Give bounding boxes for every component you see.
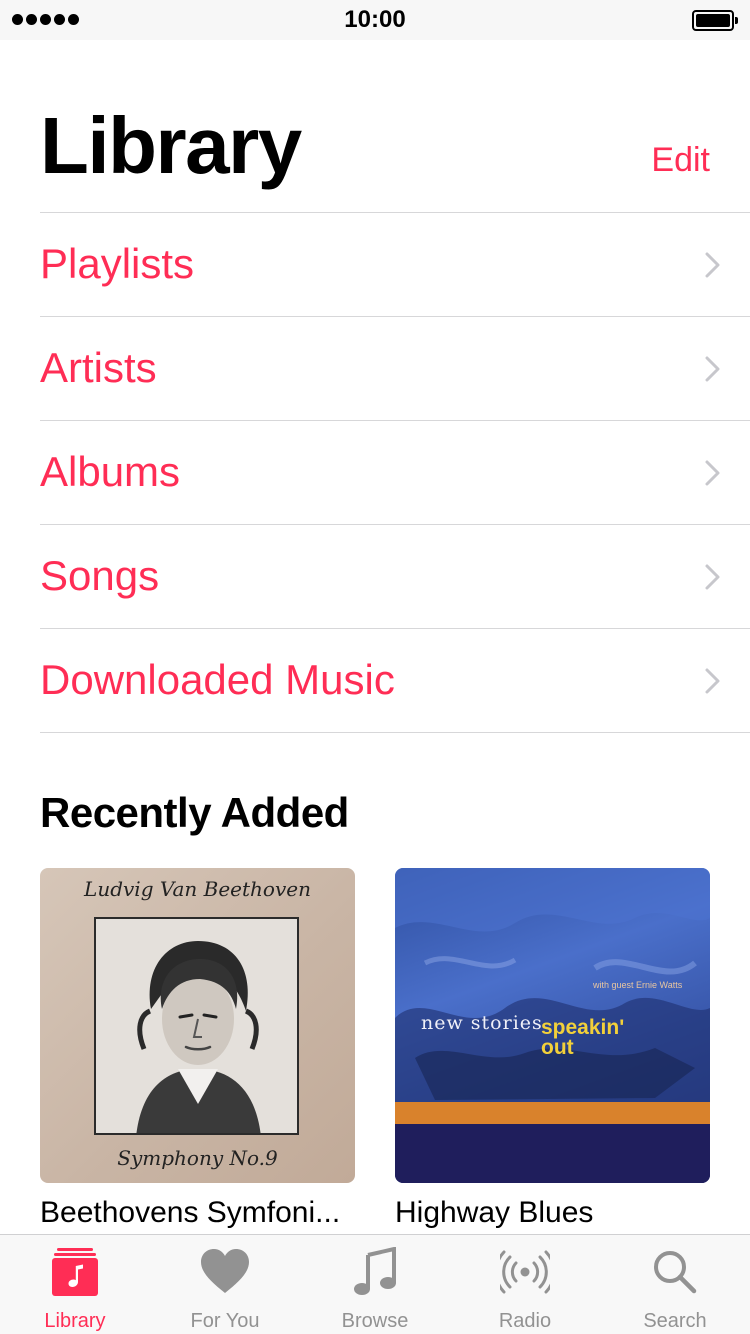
edit-button[interactable]: Edit xyxy=(651,138,710,182)
tab-for-you[interactable]: For You xyxy=(150,1235,300,1334)
tab-search[interactable]: Search xyxy=(600,1235,750,1334)
menu-item-downloaded-music[interactable]: Downloaded Music xyxy=(40,629,750,733)
cover-text: new stories xyxy=(421,1012,543,1034)
header: Library Edit xyxy=(40,100,710,200)
search-icon xyxy=(654,1251,697,1294)
cover-text: speakin' out xyxy=(541,1016,625,1059)
menu-item-label: Downloaded Music xyxy=(40,656,395,703)
tab-label: For You xyxy=(190,1310,260,1332)
library-icon xyxy=(52,1248,98,1296)
heart-icon xyxy=(201,1249,249,1293)
tab-label: Search xyxy=(643,1310,707,1332)
cover-text: with guest Ernie Watts xyxy=(593,980,683,990)
section-title-recently-added: Recently Added xyxy=(40,789,349,836)
album-artwork[interactable]: with guest Ernie Watts new stories speak… xyxy=(395,868,710,1183)
album-title: Beethovens Symfoni... xyxy=(40,1196,341,1229)
menu-item-artists[interactable]: Artists xyxy=(40,317,750,421)
chevron-right-icon xyxy=(705,356,720,382)
status-bar: 10:00 xyxy=(0,0,750,40)
page-title: Library xyxy=(40,101,302,190)
tab-bar: Library For You Browse Radio Search xyxy=(0,1234,750,1334)
menu-item-label: Artists xyxy=(40,344,157,391)
chevron-right-icon xyxy=(705,460,720,486)
menu-item-albums[interactable]: Albums xyxy=(40,421,750,525)
menu-item-playlists[interactable]: Playlists xyxy=(40,213,750,317)
album-artwork[interactable]: Ludvig Van Beethoven Symphony No.9 xyxy=(40,868,355,1183)
cover-text: Ludvig Van Beethoven xyxy=(84,877,311,901)
music-note-icon xyxy=(354,1247,396,1295)
menu-item-label: Playlists xyxy=(40,240,195,287)
menu-item-label: Albums xyxy=(40,448,181,495)
album-card-highway-blues[interactable]: with guest Ernie Watts new stories speak… xyxy=(395,868,710,1233)
portrait-image xyxy=(94,917,299,1135)
cover-text: Symphony No.9 xyxy=(117,1146,278,1170)
status-time: 10:00 xyxy=(344,6,406,33)
library-menu-list: Playlists Artists Albums Songs Downloade… xyxy=(40,212,750,733)
recently-added-albums: Ludvig Van Beethoven Symphony No.9 Beeth… xyxy=(40,868,710,1233)
tab-label: Radio xyxy=(498,1310,552,1332)
battery-icon xyxy=(692,10,738,31)
chevron-right-icon xyxy=(705,252,720,278)
menu-item-songs[interactable]: Songs xyxy=(40,525,750,629)
album-title: Highway Blues xyxy=(395,1196,594,1229)
album-card-beethoven[interactable]: Ludvig Van Beethoven Symphony No.9 Beeth… xyxy=(40,868,355,1233)
tab-browse[interactable]: Browse xyxy=(300,1235,450,1334)
tab-label: Library xyxy=(44,1310,106,1332)
tab-library[interactable]: Library xyxy=(0,1235,150,1334)
tab-label: Browse xyxy=(341,1310,409,1332)
radio-icon xyxy=(500,1250,550,1294)
menu-item-label: Songs xyxy=(40,552,160,599)
tab-radio[interactable]: Radio xyxy=(450,1235,600,1334)
chevron-right-icon xyxy=(705,668,720,694)
chevron-right-icon xyxy=(705,564,720,590)
